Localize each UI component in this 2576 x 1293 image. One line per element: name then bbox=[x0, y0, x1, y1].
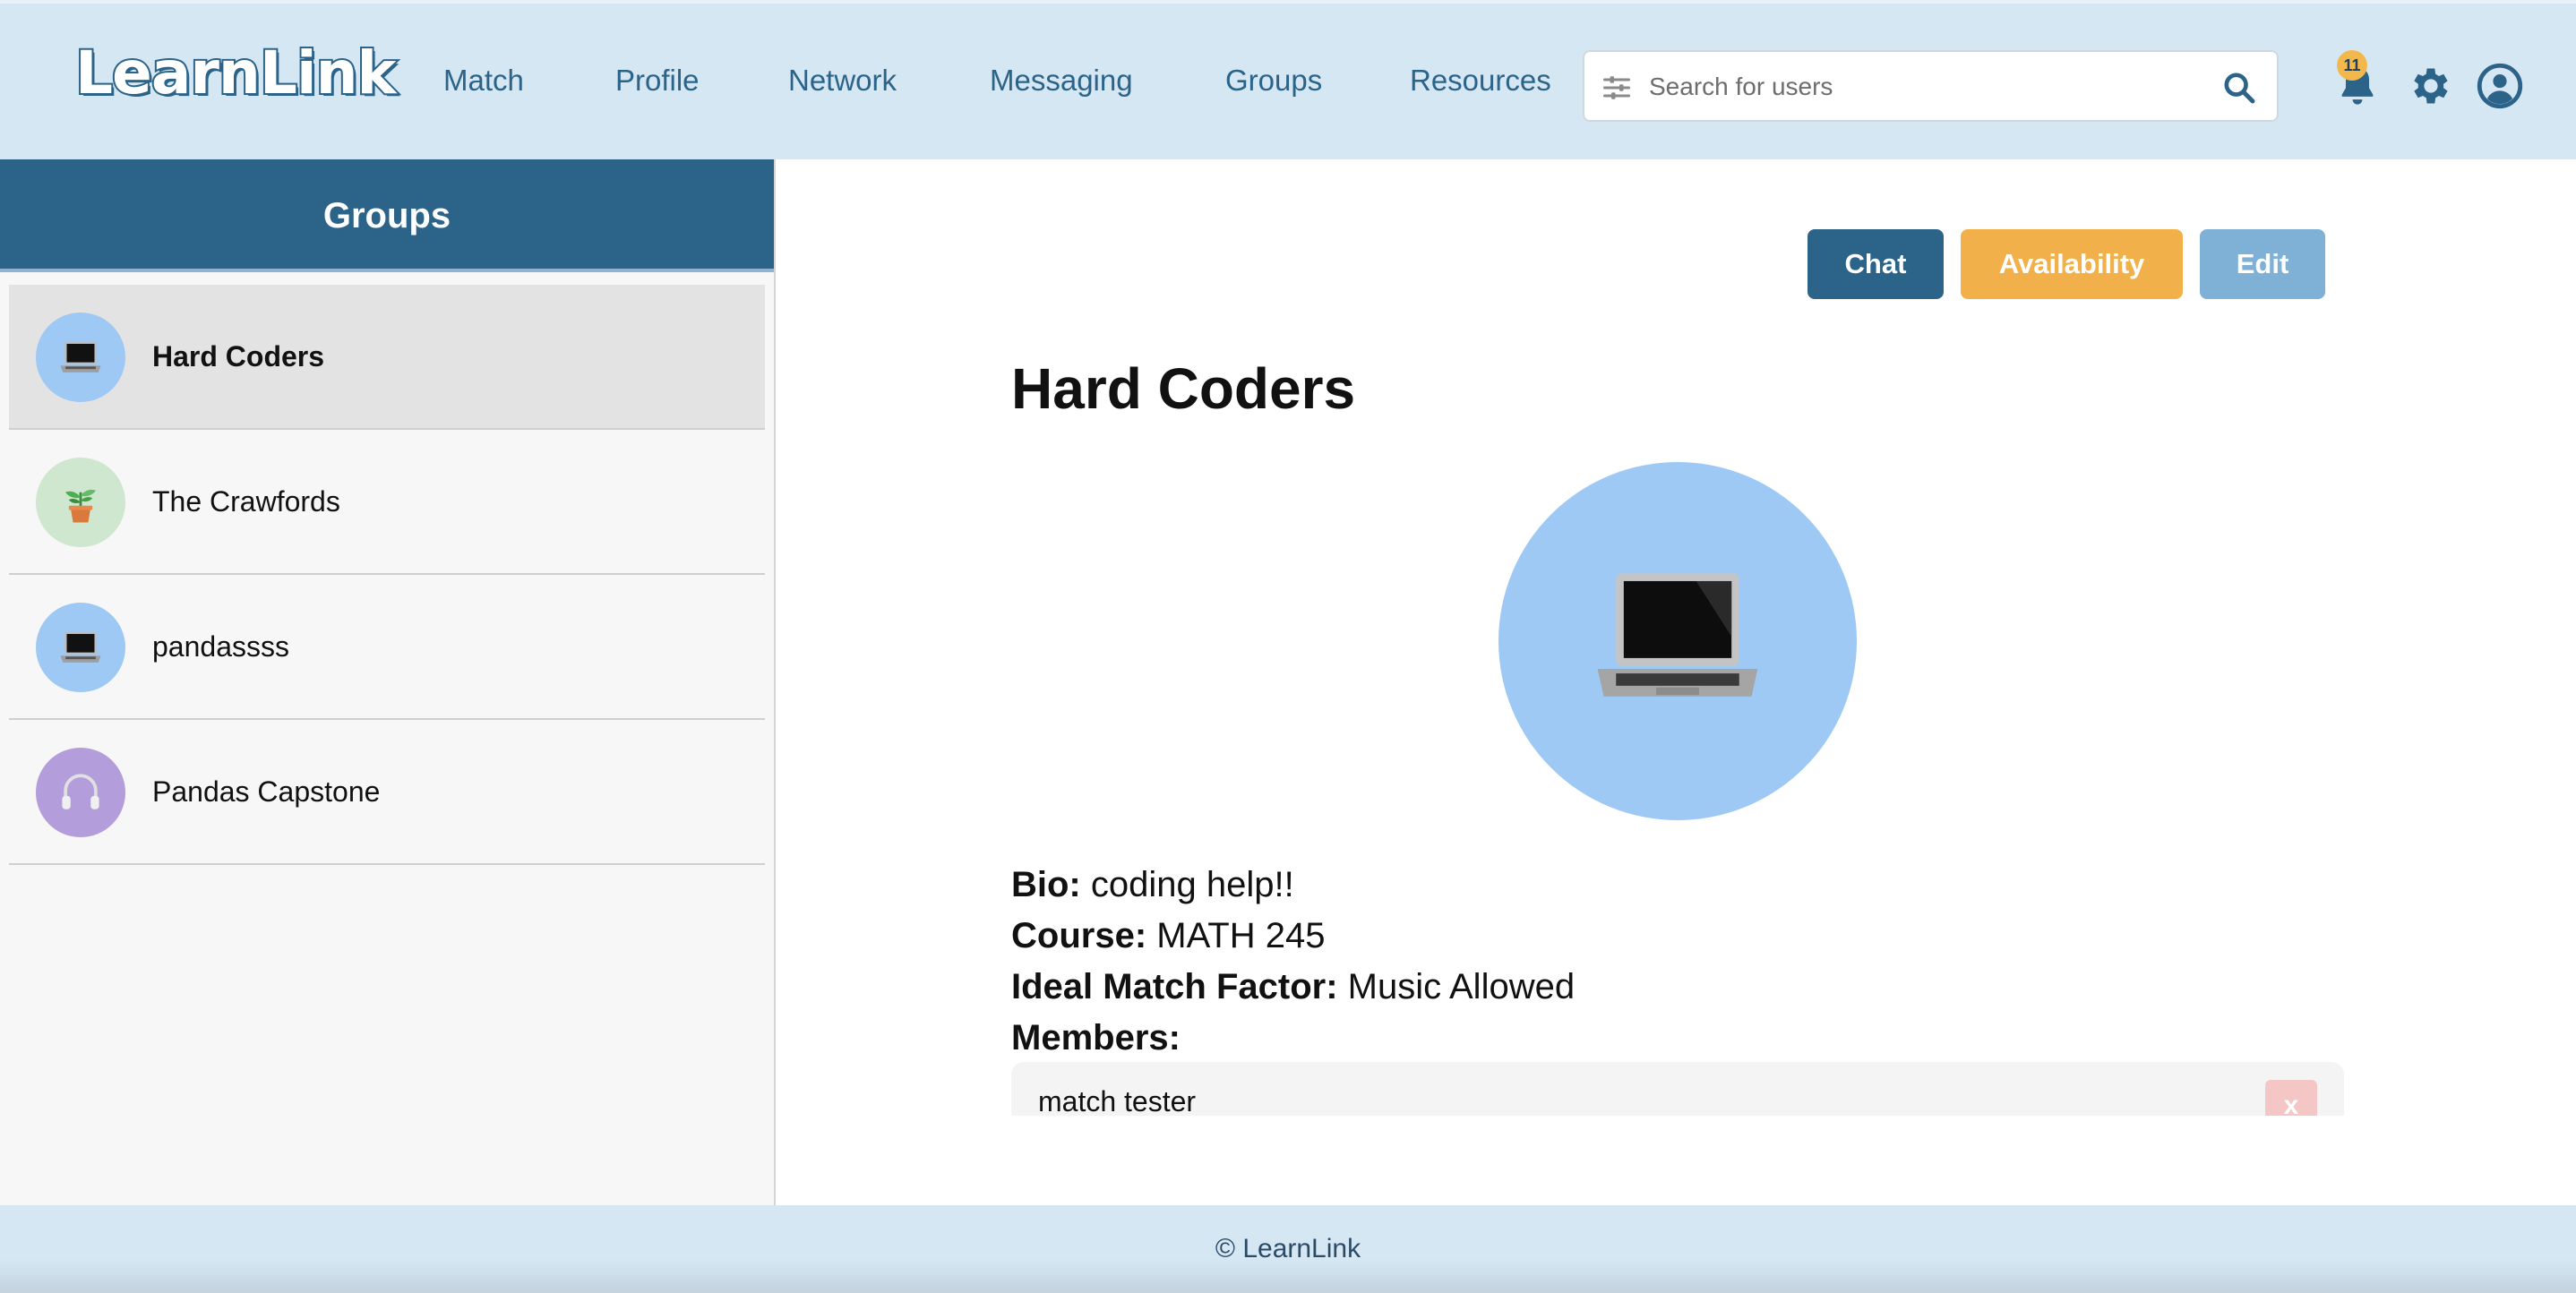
laptop-icon bbox=[1597, 573, 1758, 697]
group-name: pandassss bbox=[152, 630, 289, 663]
laptop-icon bbox=[60, 342, 101, 372]
search-input[interactable] bbox=[1649, 64, 2186, 109]
group-info: Bio: coding help!! Course: MATH 245 Idea… bbox=[1011, 860, 1575, 1064]
group-name: Pandas Capstone bbox=[152, 775, 381, 808]
chat-button[interactable]: Chat bbox=[1807, 229, 1944, 299]
course-label: Course: bbox=[1011, 916, 1147, 955]
group-avatar bbox=[36, 748, 125, 837]
gear-icon[interactable] bbox=[2406, 63, 2452, 109]
footer: © LearnLink bbox=[0, 1205, 2576, 1293]
notification-badge: 11 bbox=[2337, 50, 2367, 81]
user-search-bar bbox=[1583, 50, 2279, 122]
potted-plant-icon bbox=[65, 489, 96, 523]
nav-network[interactable]: Network bbox=[788, 63, 897, 98]
sidebar-title: Groups bbox=[0, 159, 774, 272]
group-item-pandas-capstone[interactable]: Pandas Capstone bbox=[9, 720, 765, 865]
member-name: match tester bbox=[1038, 1085, 1197, 1116]
group-name: Hard Coders bbox=[152, 340, 325, 372]
top-navbar: LearnLink Match Profile Network Messagin… bbox=[0, 0, 2576, 159]
course-row: Course: MATH 245 bbox=[1011, 911, 1575, 962]
group-item-hard-coders[interactable]: Hard Coders bbox=[9, 285, 765, 430]
bio-label: Bio: bbox=[1011, 865, 1081, 904]
remove-member-button[interactable]: x bbox=[2265, 1080, 2317, 1116]
nav-messaging[interactable]: Messaging bbox=[990, 63, 1133, 98]
match-factor-row: Ideal Match Factor: Music Allowed bbox=[1011, 962, 1575, 1013]
nav-match[interactable]: Match bbox=[443, 63, 524, 98]
bio-value: coding help!! bbox=[1090, 865, 1294, 904]
members-label: Members: bbox=[1011, 1018, 1181, 1058]
filter-icon[interactable] bbox=[1601, 72, 1633, 104]
match-factor-label: Ideal Match Factor: bbox=[1011, 967, 1338, 1006]
availability-button[interactable]: Availability bbox=[1961, 229, 2183, 299]
group-list: Hard Coders The Crawfords pandassss Pand… bbox=[9, 285, 765, 865]
group-avatar bbox=[36, 313, 125, 402]
group-avatar bbox=[36, 603, 125, 692]
headphones-icon bbox=[62, 774, 99, 809]
nav-groups[interactable]: Groups bbox=[1225, 63, 1322, 98]
group-item-pandassss[interactable]: pandassss bbox=[9, 575, 765, 720]
group-name: The Crawfords bbox=[152, 485, 340, 518]
nav-resources[interactable]: Resources bbox=[1410, 63, 1551, 98]
app-logo[interactable]: LearnLink bbox=[73, 37, 398, 109]
page-title: Hard Coders bbox=[1011, 356, 1356, 421]
nav-profile[interactable]: Profile bbox=[615, 63, 700, 98]
laptop-icon bbox=[60, 632, 101, 663]
group-avatar bbox=[36, 458, 125, 547]
group-item-the-crawfords[interactable]: The Crawfords bbox=[9, 430, 765, 575]
course-value: MATH 245 bbox=[1156, 916, 1326, 955]
footer-copyright: © LearnLink bbox=[1215, 1234, 1361, 1263]
user-circle-icon[interactable] bbox=[2477, 63, 2523, 109]
members-row: Members: bbox=[1011, 1013, 1575, 1064]
edit-button[interactable]: Edit bbox=[2200, 229, 2325, 299]
group-avatar-large bbox=[1498, 462, 1857, 820]
bio-row: Bio: coding help!! bbox=[1011, 860, 1575, 911]
match-factor-value: Music Allowed bbox=[1347, 967, 1576, 1006]
group-detail-panel: Chat Availability Edit Hard Coders Bio: … bbox=[776, 159, 2576, 1205]
member-list-item: match tester x bbox=[1011, 1062, 2344, 1116]
search-icon[interactable] bbox=[2221, 70, 2257, 106]
groups-sidebar: Groups Hard Coders The Crawfords pandass… bbox=[0, 159, 776, 1205]
